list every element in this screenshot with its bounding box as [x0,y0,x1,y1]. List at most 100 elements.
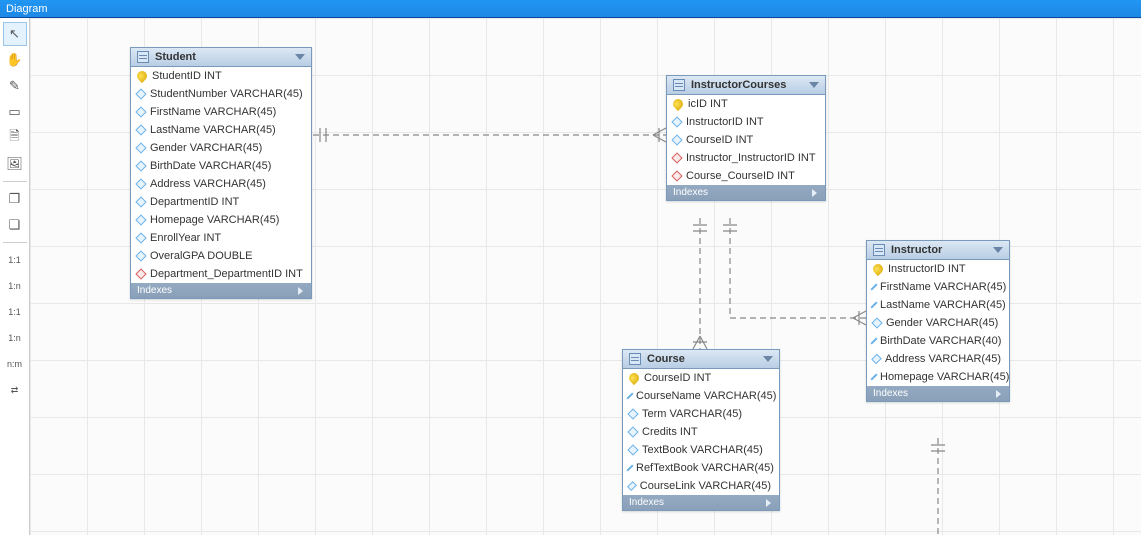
relation-nm-icon[interactable]: n:m [7,352,22,376]
column-text: StudentNumber VARCHAR(45) [150,88,303,100]
entity-title[interactable]: Student [131,48,311,67]
column-row[interactable]: InstructorID INT [667,113,825,131]
column-row[interactable]: CourseID INT [667,131,825,149]
column-text: BirthDate VARCHAR(45) [150,160,271,172]
diagram-canvas[interactable]: Student StudentID INT StudentNumber VARCH… [30,18,1141,535]
column-icon [135,196,146,207]
column-row[interactable]: CourseID INT [623,369,779,387]
column-row[interactable]: icID INT [667,95,825,113]
entity-footer[interactable]: Indexes [867,386,1009,401]
column-row[interactable]: Address VARCHAR(45) [131,175,311,193]
column-row[interactable]: RefTextBook VARCHAR(45) [623,459,779,477]
column-row[interactable]: LastName VARCHAR(45) [867,296,1009,314]
column-text: Term VARCHAR(45) [642,408,742,420]
column-row[interactable]: TextBook VARCHAR(45) [623,441,779,459]
relation-nmb-icon[interactable]: ⇄ [11,378,19,402]
primary-key-icon [135,69,149,83]
column-row[interactable]: Credits INT [623,423,779,441]
column-text: BirthDate VARCHAR(40) [880,335,1001,347]
column-text: InstructorID INT [888,263,966,275]
column-text: LastName VARCHAR(45) [150,124,276,136]
column-text: FirstName VARCHAR(45) [150,106,276,118]
column-row[interactable]: DepartmentID INT [131,193,311,211]
image-tool-icon[interactable]: 🖼 [3,152,27,176]
relation-1n-icon[interactable]: 1:n [8,274,21,298]
column-row[interactable]: Address VARCHAR(45) [867,350,1009,368]
column-icon [135,214,146,225]
column-icon [135,250,146,261]
hand-tool-icon[interactable]: ✋ [3,48,27,72]
header-title: Diagram [6,3,48,15]
column-row[interactable]: FirstName VARCHAR(45) [131,103,311,121]
column-icon [135,160,146,171]
column-row[interactable]: FirstName VARCHAR(45) [867,278,1009,296]
column-icon [626,464,633,471]
column-icon [135,142,146,153]
column-text: Address VARCHAR(45) [885,353,1001,365]
collapse-icon[interactable] [295,54,305,60]
entity-title-text: Student [155,51,196,63]
column-row[interactable]: Course_CourseID INT [667,167,825,185]
collapse-icon[interactable] [809,82,819,88]
send-back-icon[interactable]: ❏ [3,213,27,237]
column-row[interactable]: BirthDate VARCHAR(45) [131,157,311,175]
column-text: Credits INT [642,426,698,438]
column-row[interactable]: Term VARCHAR(45) [623,405,779,423]
toolbar-separator [3,181,27,182]
column-icon [627,481,637,491]
relation-11-icon[interactable]: 1:1 [8,248,21,272]
entity-instructor[interactable]: Instructor InstructorID INT FirstName VAR… [866,240,1010,402]
column-text: InstructorID INT [686,116,764,128]
column-icon [671,134,682,145]
entity-footer[interactable]: Indexes [131,283,311,298]
column-row[interactable]: Gender VARCHAR(45) [131,139,311,157]
entity-title[interactable]: Instructor [867,241,1009,260]
entity-footer[interactable]: Indexes [623,495,779,510]
entity-course[interactable]: Course CourseID INT CourseName VARCHAR(45… [622,349,780,511]
column-row[interactable]: LastName VARCHAR(45) [131,121,311,139]
rect-tool-icon[interactable]: ▭ [3,100,27,124]
column-row[interactable]: BirthDate VARCHAR(40) [867,332,1009,350]
column-row[interactable]: EnrollYear INT [131,229,311,247]
column-text: CourseID INT [686,134,753,146]
column-icon [671,116,682,127]
toolbar-separator [3,242,27,243]
column-row[interactable]: Department_DepartmentID INT [131,265,311,283]
cursor-tool-icon[interactable]: ↖ [3,22,27,46]
column-text: RefTextBook VARCHAR(45) [636,462,774,474]
pencil-tool-icon[interactable]: ✎ [3,74,27,98]
column-row[interactable]: Homepage VARCHAR(45) [131,211,311,229]
entity-title[interactable]: Course [623,350,779,369]
bring-front-icon[interactable]: ❐ [3,187,27,211]
note-tool-icon[interactable]: 🗎 [3,126,27,150]
column-row[interactable]: Instructor_InstructorID INT [667,149,825,167]
column-row[interactable]: Gender VARCHAR(45) [867,314,1009,332]
collapse-icon[interactable] [763,356,773,362]
entity-instructorcourses[interactable]: InstructorCourses icID INT InstructorID I… [666,75,826,201]
relation-1nb-icon[interactable]: 1:n [8,326,21,350]
column-text: StudentID INT [152,70,222,82]
collapse-icon[interactable] [993,247,1003,253]
column-row[interactable]: Homepage VARCHAR(45) [867,368,1009,386]
table-icon [137,51,149,63]
entity-title[interactable]: InstructorCourses [667,76,825,95]
entity-student[interactable]: Student StudentID INT StudentNumber VARCH… [130,47,312,299]
entity-title-text: InstructorCourses [691,79,786,91]
column-row[interactable]: CourseName VARCHAR(45) [623,387,779,405]
column-row[interactable]: StudentID INT [131,67,311,85]
entity-footer[interactable]: Indexes [667,185,825,200]
column-text: Course_CourseID INT [686,170,795,182]
column-icon [135,124,146,135]
column-icon [135,106,146,117]
column-row[interactable]: InstructorID INT [867,260,1009,278]
column-row[interactable]: OveralGPA DOUBLE [131,247,311,265]
column-icon [135,178,146,189]
column-text: Instructor_InstructorID INT [686,152,816,164]
column-text: CourseID INT [644,372,711,384]
entity-footer-text: Indexes [673,187,708,198]
column-row[interactable]: StudentNumber VARCHAR(45) [131,85,311,103]
relation-11b-icon[interactable]: 1:1 [8,300,21,324]
column-icon [870,301,877,308]
column-row[interactable]: CourseLink VARCHAR(45) [623,477,779,495]
table-icon [873,244,885,256]
